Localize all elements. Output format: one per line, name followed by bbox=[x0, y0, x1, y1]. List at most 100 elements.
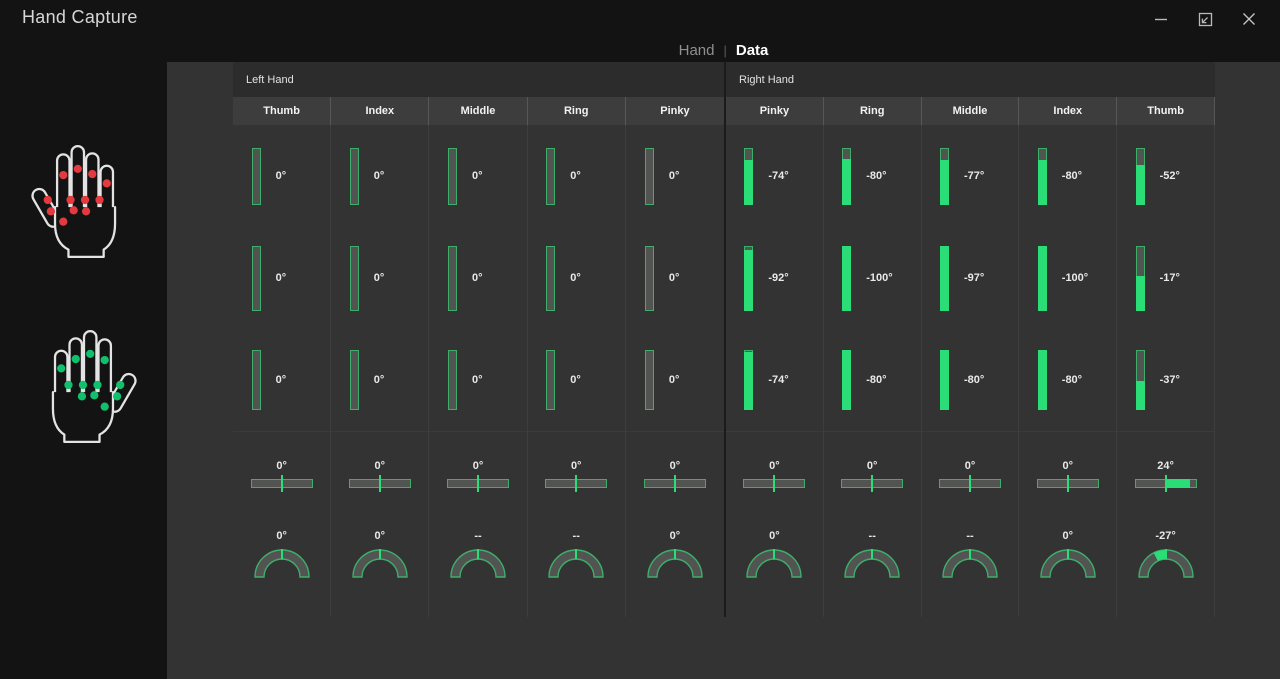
curl-cell: -- bbox=[528, 515, 625, 617]
finger-column-body: -77° -97° -80° 0° -- bbox=[921, 125, 1020, 617]
sensor-dot bbox=[78, 380, 87, 390]
joint-bend-value: -100° bbox=[1061, 272, 1089, 284]
joint-bend-value: -92° bbox=[768, 272, 789, 284]
curl-value: -- bbox=[474, 530, 482, 542]
joint-bend-gauge bbox=[1135, 245, 1145, 311]
spread-value: 0° bbox=[374, 459, 386, 472]
joint-bend-value: 0° bbox=[275, 272, 287, 284]
joint-cell: -37° bbox=[1117, 329, 1214, 431]
joint-bend-gauge bbox=[744, 245, 754, 311]
curl-arc-gauge bbox=[450, 549, 506, 578]
spread-gauge bbox=[1036, 474, 1099, 492]
joint-bend-fill bbox=[842, 350, 852, 410]
curl-value: 0° bbox=[276, 530, 287, 542]
joint-cell: -100° bbox=[824, 227, 921, 329]
right-hand-label: Right Hand bbox=[726, 62, 1215, 97]
column-header-middle: Middle bbox=[921, 97, 1020, 125]
joint-cell: 0° bbox=[429, 329, 526, 431]
joint-cell: 0° bbox=[528, 227, 625, 329]
curl-value: 0° bbox=[769, 530, 780, 542]
curl-value: 0° bbox=[1062, 530, 1074, 542]
spread-cell: 0° bbox=[625, 431, 725, 515]
sensor-dot bbox=[56, 364, 65, 373]
joint-bend-value: 0° bbox=[570, 272, 581, 284]
finger-column-body: 0° 0° 0° 0° 0° bbox=[233, 125, 332, 617]
joint-cell: 0° bbox=[528, 329, 625, 431]
joint-cell: -92° bbox=[726, 227, 823, 329]
joint-bend-value: 0° bbox=[373, 272, 385, 284]
sensor-dot bbox=[43, 195, 52, 205]
sensor-dot bbox=[115, 380, 124, 390]
sensor-dot bbox=[73, 164, 82, 174]
column-header-middle: Middle bbox=[429, 97, 528, 125]
joint-cell: -52° bbox=[1117, 125, 1214, 227]
sensor-dot bbox=[69, 206, 78, 215]
joint-bend-fill bbox=[1135, 380, 1145, 410]
joint-bend-value: -80° bbox=[866, 374, 887, 386]
tab-data[interactable]: Data bbox=[736, 42, 769, 59]
spread-gauge bbox=[348, 474, 411, 492]
spread-value: 0° bbox=[669, 459, 681, 472]
joint-bend-gauge bbox=[842, 245, 852, 311]
joint-bend-gauge bbox=[939, 147, 949, 205]
joint-bend-gauge bbox=[1037, 350, 1047, 410]
joint-bend-gauge bbox=[349, 350, 359, 410]
joint-cell: -100° bbox=[1019, 227, 1116, 329]
spread-gauge bbox=[250, 474, 313, 492]
finger-column-body: 0° 0° 0° 0° -- bbox=[527, 125, 626, 617]
joint-cell: -74° bbox=[726, 125, 823, 227]
spread-center-tick bbox=[968, 474, 971, 492]
joint-bend-gauge bbox=[546, 245, 556, 311]
minimize-icon bbox=[1155, 18, 1167, 21]
curl-arc-gauge bbox=[942, 549, 998, 578]
joint-bend-gauge bbox=[744, 147, 754, 205]
joint-bend-value: -97° bbox=[963, 272, 985, 284]
curl-cell: 0° bbox=[233, 515, 330, 617]
joint-cell: -74° bbox=[726, 329, 823, 431]
spread-gauge bbox=[643, 474, 706, 492]
curl-cell: 0° bbox=[626, 515, 724, 617]
hand-illustration-left bbox=[25, 128, 143, 281]
joint-bend-fill bbox=[744, 249, 754, 311]
joint-bend-gauge bbox=[251, 350, 261, 410]
restore-icon bbox=[1198, 12, 1212, 26]
joint-bend-value: 0° bbox=[570, 374, 581, 386]
joint-cell: 0° bbox=[626, 227, 724, 329]
sensor-dot bbox=[71, 354, 80, 364]
finger-column-index: Index 0° 0° 0° 0° 0° bbox=[331, 97, 430, 617]
data-panel: Left Hand Thumb 0° 0° 0° 0° 0° Index 0° 0° 0° 0° 0°… bbox=[167, 62, 1280, 679]
restore-window-button[interactable] bbox=[1190, 6, 1220, 32]
curl-value: -- bbox=[868, 530, 876, 542]
curl-arc-gauge bbox=[844, 549, 900, 578]
minimize-button[interactable] bbox=[1146, 6, 1176, 32]
sensor-dot bbox=[46, 207, 55, 216]
tab-hand[interactable]: Hand bbox=[679, 42, 715, 59]
curl-arc-gauge bbox=[647, 549, 703, 578]
joint-bend-value: 0° bbox=[472, 374, 483, 386]
right-hand-green-figure bbox=[51, 329, 137, 443]
spread-cell: 0° bbox=[921, 431, 1019, 515]
joint-cell: 0° bbox=[233, 227, 330, 329]
curl-arc-gauge bbox=[548, 549, 604, 578]
spread-cell: 24° bbox=[1117, 431, 1214, 515]
finger-data-table: Left Hand Thumb 0° 0° 0° 0° 0° Index 0° 0° 0° 0° 0°… bbox=[233, 62, 1215, 617]
joint-bend-fill bbox=[1037, 350, 1047, 410]
spread-gauge bbox=[938, 474, 1001, 492]
joint-bend-value: 0° bbox=[472, 272, 483, 284]
curl-arc-gauge bbox=[352, 549, 408, 578]
finger-column-body: 0° 0° 0° 0° -- bbox=[429, 125, 528, 617]
spread-center-tick bbox=[673, 474, 676, 492]
spread-value: 0° bbox=[276, 459, 287, 472]
sensor-dot bbox=[92, 380, 102, 390]
curl-arc-gauge bbox=[746, 549, 803, 578]
joint-bend-value: -80° bbox=[866, 170, 887, 182]
joint-bend-gauge bbox=[1135, 147, 1145, 205]
spread-cell: 0° bbox=[823, 431, 921, 515]
joint-bend-value: -17° bbox=[1159, 272, 1180, 284]
joint-cell: -80° bbox=[1019, 329, 1116, 431]
close-button[interactable] bbox=[1234, 6, 1264, 32]
joint-bend-value: -37° bbox=[1159, 374, 1180, 386]
joint-bend-gauge bbox=[842, 147, 852, 205]
joint-cell: -97° bbox=[922, 227, 1019, 329]
joint-bend-value: 0° bbox=[275, 170, 287, 182]
